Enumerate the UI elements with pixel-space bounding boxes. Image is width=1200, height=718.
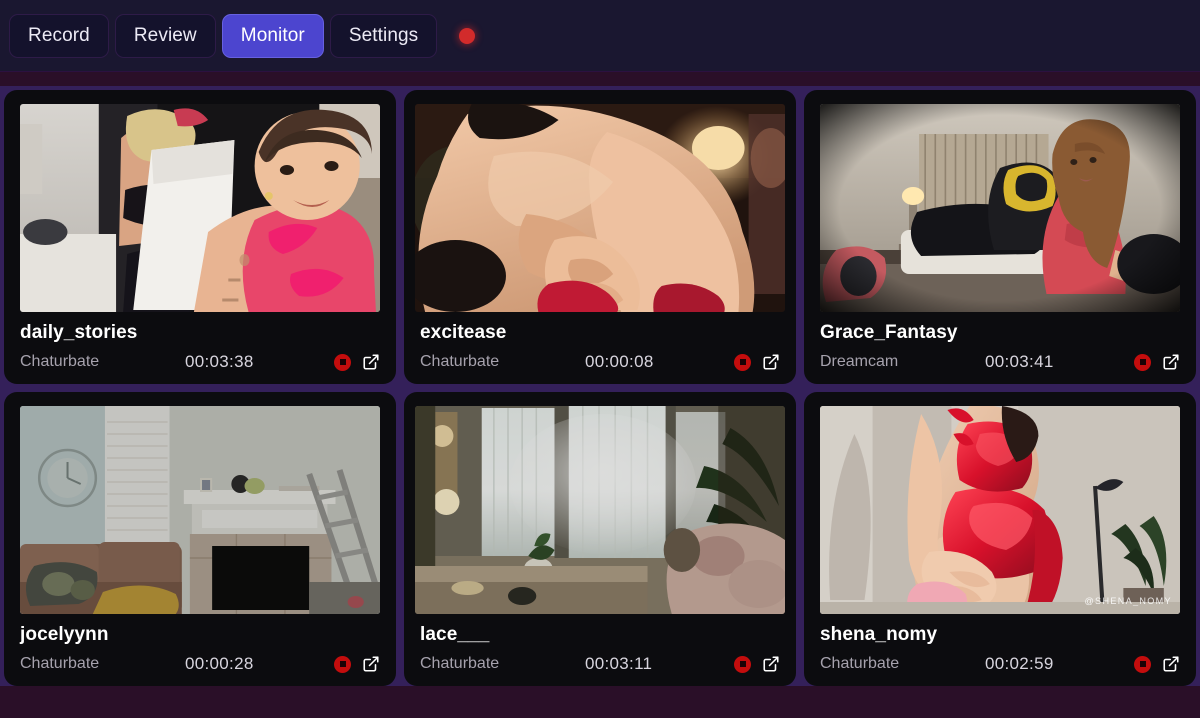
card-actions xyxy=(334,655,380,673)
stream-grid: daily_stories Chaturbate 00:03:38 excite… xyxy=(0,86,1200,686)
tab-settings[interactable]: Settings xyxy=(329,13,438,58)
stream-meta: Dreamcam 00:03:41 xyxy=(820,352,1180,372)
card-actions xyxy=(734,655,780,673)
card-actions xyxy=(734,353,780,371)
tab-record[interactable]: Record xyxy=(9,13,109,58)
stream-card[interactable]: daily_stories Chaturbate 00:03:38 xyxy=(4,90,396,384)
stream-title: jocelyynn xyxy=(20,624,109,645)
stream-duration: 00:03:11 xyxy=(585,654,653,673)
stream-card[interactable]: lace___ Chaturbate 00:03:11 xyxy=(404,392,796,686)
card-actions xyxy=(334,353,380,371)
tab-review[interactable]: Review xyxy=(114,13,216,58)
recording-indicator-dot xyxy=(459,27,476,44)
stream-thumbnail[interactable] xyxy=(415,406,785,614)
stream-thumbnail[interactable] xyxy=(820,104,1180,312)
thumbnail-image xyxy=(820,104,1180,312)
stream-meta: Chaturbate 00:00:28 xyxy=(20,654,380,674)
stream-card[interactable]: excitease Chaturbate 00:00:08 xyxy=(404,90,796,384)
stream-site: Chaturbate xyxy=(20,353,100,370)
stream-meta: Chaturbate 00:00:08 xyxy=(420,352,780,372)
stream-meta: Chaturbate 00:03:38 xyxy=(20,352,380,372)
stream-card[interactable]: @SHENA_NOMY shena_nomy Chaturbate 00:02:… xyxy=(804,392,1196,686)
stream-duration: 00:00:08 xyxy=(585,352,654,371)
stop-record-icon[interactable] xyxy=(734,353,751,371)
card-actions xyxy=(1134,655,1180,673)
external-link-icon[interactable] xyxy=(1162,353,1180,371)
stream-thumbnail[interactable] xyxy=(20,406,380,614)
thumbnail-image xyxy=(415,406,785,614)
stream-title: lace___ xyxy=(420,624,490,645)
thumbnail-watermark-text: @SHENA_NOMY xyxy=(1085,596,1172,606)
external-link-icon[interactable] xyxy=(762,655,780,673)
external-link-icon[interactable] xyxy=(362,655,380,673)
stream-thumbnail[interactable] xyxy=(20,104,380,312)
stop-record-icon[interactable] xyxy=(334,655,351,673)
stream-thumbnail[interactable]: @SHENA_NOMY xyxy=(820,406,1180,614)
stream-title: daily_stories xyxy=(20,322,138,343)
stop-record-icon[interactable] xyxy=(734,655,751,673)
stream-site: Chaturbate xyxy=(420,353,500,370)
stream-title: Grace_Fantasy xyxy=(820,322,958,343)
stop-record-icon[interactable] xyxy=(334,353,351,371)
stream-title: shena_nomy xyxy=(820,624,938,645)
stream-duration: 00:02:59 xyxy=(985,654,1054,673)
thumbnail-image xyxy=(20,104,380,312)
stream-duration: 00:03:38 xyxy=(185,352,254,371)
stream-meta: Chaturbate 00:02:59 xyxy=(820,654,1180,674)
thumbnail-image xyxy=(20,406,380,614)
stream-site: Chaturbate xyxy=(20,655,100,672)
stream-card[interactable]: Grace_Fantasy Dreamcam 00:03:41 xyxy=(804,90,1196,384)
external-link-icon[interactable] xyxy=(1162,655,1180,673)
stream-duration: 00:00:28 xyxy=(185,654,254,673)
stream-meta: Chaturbate 00:03:11 xyxy=(420,654,780,674)
stop-record-icon[interactable] xyxy=(1134,655,1151,673)
stream-site: Chaturbate xyxy=(820,655,900,672)
tab-monitor[interactable]: Monitor xyxy=(221,13,324,58)
thumbnail-image xyxy=(415,104,785,312)
stream-title: excitease xyxy=(420,322,507,343)
external-link-icon[interactable] xyxy=(362,353,380,371)
thumbnail-image: @SHENA_NOMY xyxy=(820,406,1180,614)
top-nav-bar: Record Review Monitor Settings xyxy=(0,0,1200,72)
stream-duration: 00:03:41 xyxy=(985,352,1054,371)
stream-site: Chaturbate xyxy=(420,655,500,672)
stream-card[interactable]: jocelyynn Chaturbate 00:00:28 xyxy=(4,392,396,686)
external-link-icon[interactable] xyxy=(762,353,780,371)
stream-site: Dreamcam xyxy=(820,353,899,370)
stream-thumbnail[interactable] xyxy=(415,104,785,312)
stop-record-icon[interactable] xyxy=(1134,353,1151,371)
card-actions xyxy=(1134,353,1180,371)
